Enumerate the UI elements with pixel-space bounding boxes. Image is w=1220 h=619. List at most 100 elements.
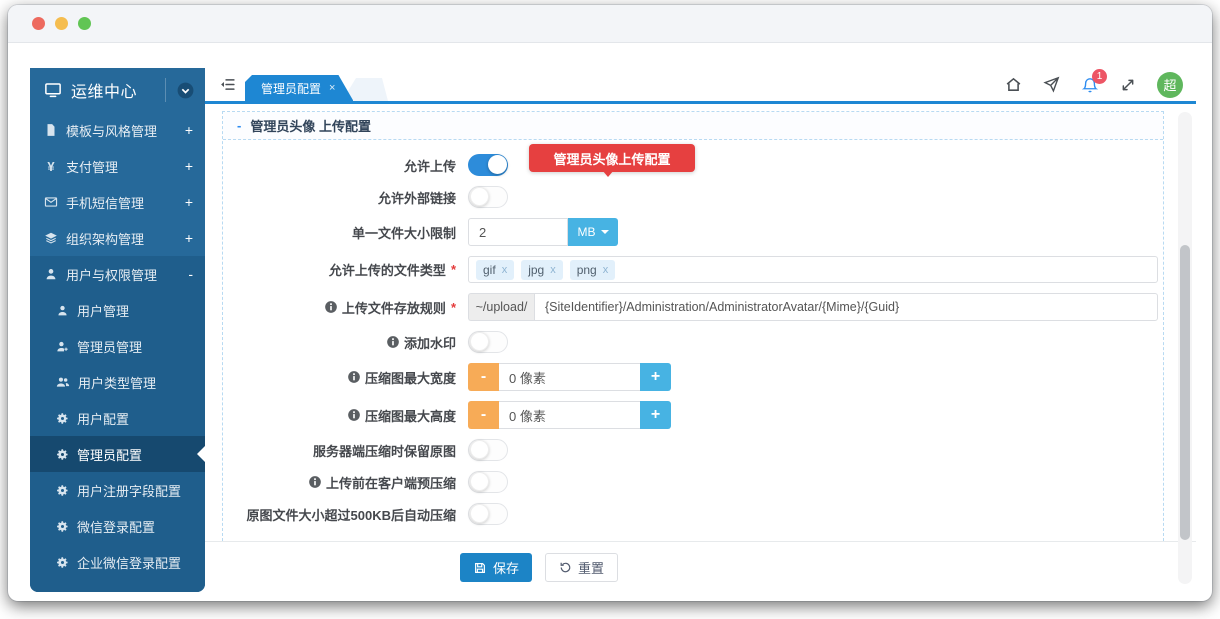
toggle-knob [470, 187, 489, 206]
avatar[interactable]: 超 [1157, 72, 1183, 98]
storage-rule-input[interactable]: {SiteIdentifier}/Administration/Administ… [534, 293, 1158, 321]
form-row-max-width: 压缩图最大宽度 - 0 像素 + [223, 363, 1163, 391]
sidebar-subitem-register-fields-config[interactable]: 用户注册字段配置 [30, 472, 205, 508]
sidebar-subitem-wechat-login-config[interactable]: 微信登录配置 [30, 508, 205, 544]
max-width-input[interactable]: 0 像素 [499, 363, 640, 391]
expand-plus-icon: + [185, 122, 193, 138]
field-label: 允许上传 [404, 156, 456, 175]
tooltip-text: 管理员头像上传配置 [553, 149, 670, 168]
file-types-tag-input[interactable]: gif x jpg x png x [468, 256, 1158, 283]
file-size-unit-dropdown[interactable]: MB [568, 218, 618, 246]
sidebar-subitem-wecom-login-config[interactable]: 企业微信登录配置 [30, 544, 205, 580]
max-height-increment-button[interactable]: + [640, 401, 671, 429]
sidebar-item-template-style[interactable]: 模板与风格管理 + [30, 112, 205, 148]
form-row-allowed-file-types: 允许上传的文件类型 * gif x jpg x [223, 256, 1163, 283]
client-precompress-toggle[interactable] [468, 471, 508, 493]
form-row-client-precompress: 上传前在客户端预压缩 [223, 471, 1163, 493]
tag-remove-icon[interactable]: x [502, 264, 508, 276]
undo-icon [559, 561, 572, 574]
admin-avatar-upload-panel: - 管理员头像 上传配置 允许上传 允许外部链接 单 [222, 111, 1164, 541]
sidebar-subitem-admin-management[interactable]: 管理员管理 [30, 328, 205, 364]
panel-header[interactable]: - 管理员头像 上传配置 [223, 112, 1163, 140]
sidebar-header: 运维中心 [30, 68, 205, 112]
topbar: 管理员配置 × 1 超 [205, 68, 1196, 104]
sidebar-subitem-user-type-management[interactable]: 用户类型管理 [30, 364, 205, 400]
field-label: 单一文件大小限制 [352, 223, 456, 242]
scrollbar-thumb[interactable] [1180, 245, 1190, 540]
gear-icon [56, 520, 69, 533]
tag-label: jpg [528, 263, 544, 277]
allow-upload-toggle[interactable] [468, 154, 508, 176]
save-button[interactable]: 保存 [460, 553, 532, 582]
divider [165, 78, 166, 102]
sidebar-toggle-icon[interactable] [219, 76, 236, 93]
form-row-watermark: 添加水印 [223, 331, 1163, 353]
minimize-window-button[interactable] [55, 17, 68, 30]
app-window: 运维中心 模板与风格管理 + ¥ 支付管理 + 手机短信管理 + 组 [8, 5, 1212, 601]
users-icon [56, 375, 70, 389]
sidebar-subitem-label: 用户注册字段配置 [77, 481, 181, 500]
tag-remove-icon[interactable]: x [603, 264, 609, 276]
avatar-upload-tooltip: 管理员头像上传配置 [529, 144, 695, 172]
sidebar-item-payment[interactable]: ¥ 支付管理 + [30, 148, 205, 184]
yen-icon: ¥ [44, 159, 58, 174]
auto-compress-toggle[interactable] [468, 503, 508, 525]
tab-admin-config[interactable]: 管理员配置 × [245, 75, 353, 101]
sidebar-item-sms[interactable]: 手机短信管理 + [30, 184, 205, 220]
keep-original-toggle[interactable] [468, 439, 508, 461]
close-window-button[interactable] [32, 17, 45, 30]
sidebar-item-users-permissions[interactable]: 用户与权限管理 - [30, 256, 205, 292]
file-type-tag: gif x [476, 260, 514, 280]
user-icon [56, 304, 69, 317]
sidebar-subitem-user-extended-fields[interactable]: 用户扩展字段管理 [30, 580, 205, 592]
info-icon [324, 300, 338, 314]
home-icon[interactable] [1005, 76, 1022, 93]
file-type-tag: jpg x [521, 260, 563, 280]
panel-collapse-icon[interactable]: - [237, 118, 241, 133]
sidebar-subitem-admin-config[interactable]: 管理员配置 [30, 436, 205, 472]
field-label: 允许外部链接 [378, 188, 456, 207]
max-height-decrement-button[interactable]: - [468, 401, 499, 429]
panel-body: 允许上传 允许外部链接 单一文件大小限制 2 [223, 140, 1163, 525]
tab-close-icon[interactable]: × [329, 82, 335, 94]
sidebar-item-organization[interactable]: 组织架构管理 + [30, 220, 205, 256]
notifications-button[interactable]: 1 [1081, 76, 1099, 94]
field-label: 允许上传的文件类型 [329, 260, 446, 279]
field-label: 压缩图最大高度 [365, 406, 456, 425]
sidebar-item-label: 支付管理 [66, 157, 118, 176]
allow-external-link-toggle[interactable] [468, 186, 508, 208]
content-scroll-area: 管理员头像上传配置 - 管理员头像 上传配置 允许上传 允 [205, 104, 1196, 592]
sidebar-subitem-label: 微信登录配置 [77, 517, 155, 536]
tag-label: png [577, 263, 597, 277]
reset-button[interactable]: 重置 [545, 553, 618, 582]
toggle-knob [470, 504, 489, 523]
expand-plus-icon: + [185, 230, 193, 246]
field-label: 上传文件存放规则 [342, 298, 446, 317]
tag-remove-icon[interactable]: x [550, 264, 556, 276]
expand-icon[interactable] [1120, 77, 1136, 93]
chevron-down-circle-icon[interactable] [176, 81, 195, 100]
scrollbar-track[interactable] [1178, 112, 1192, 584]
sidebar-subitem-user-config[interactable]: 用户配置 [30, 400, 205, 436]
field-label: 服务器端压缩时保留原图 [313, 441, 456, 460]
reset-button-label: 重置 [578, 558, 604, 577]
active-item-arrow [197, 446, 205, 462]
save-button-label: 保存 [493, 558, 519, 577]
id-card-icon [56, 591, 70, 592]
toggle-knob [488, 155, 507, 174]
sidebar-subitem-user-management[interactable]: 用户管理 [30, 292, 205, 328]
sidebar-item-label: 组织架构管理 [66, 229, 144, 248]
max-width-increment-button[interactable]: + [640, 363, 671, 391]
sidebar-subitem-label: 用户配置 [77, 409, 129, 428]
file-size-limit-input[interactable]: 2 [468, 218, 568, 246]
file-type-tag: png x [570, 260, 616, 280]
send-icon[interactable] [1043, 76, 1060, 93]
max-height-input[interactable]: 0 像素 [499, 401, 640, 429]
tab-label: 管理员配置 [261, 80, 321, 97]
form-row-auto-compress: 原图文件大小超过500KB后自动压缩 [223, 503, 1163, 525]
gear-icon [56, 448, 69, 461]
max-width-decrement-button[interactable]: - [468, 363, 499, 391]
topbar-icons: 1 超 [1005, 72, 1196, 98]
zoom-window-button[interactable] [78, 17, 91, 30]
watermark-toggle[interactable] [468, 331, 508, 353]
